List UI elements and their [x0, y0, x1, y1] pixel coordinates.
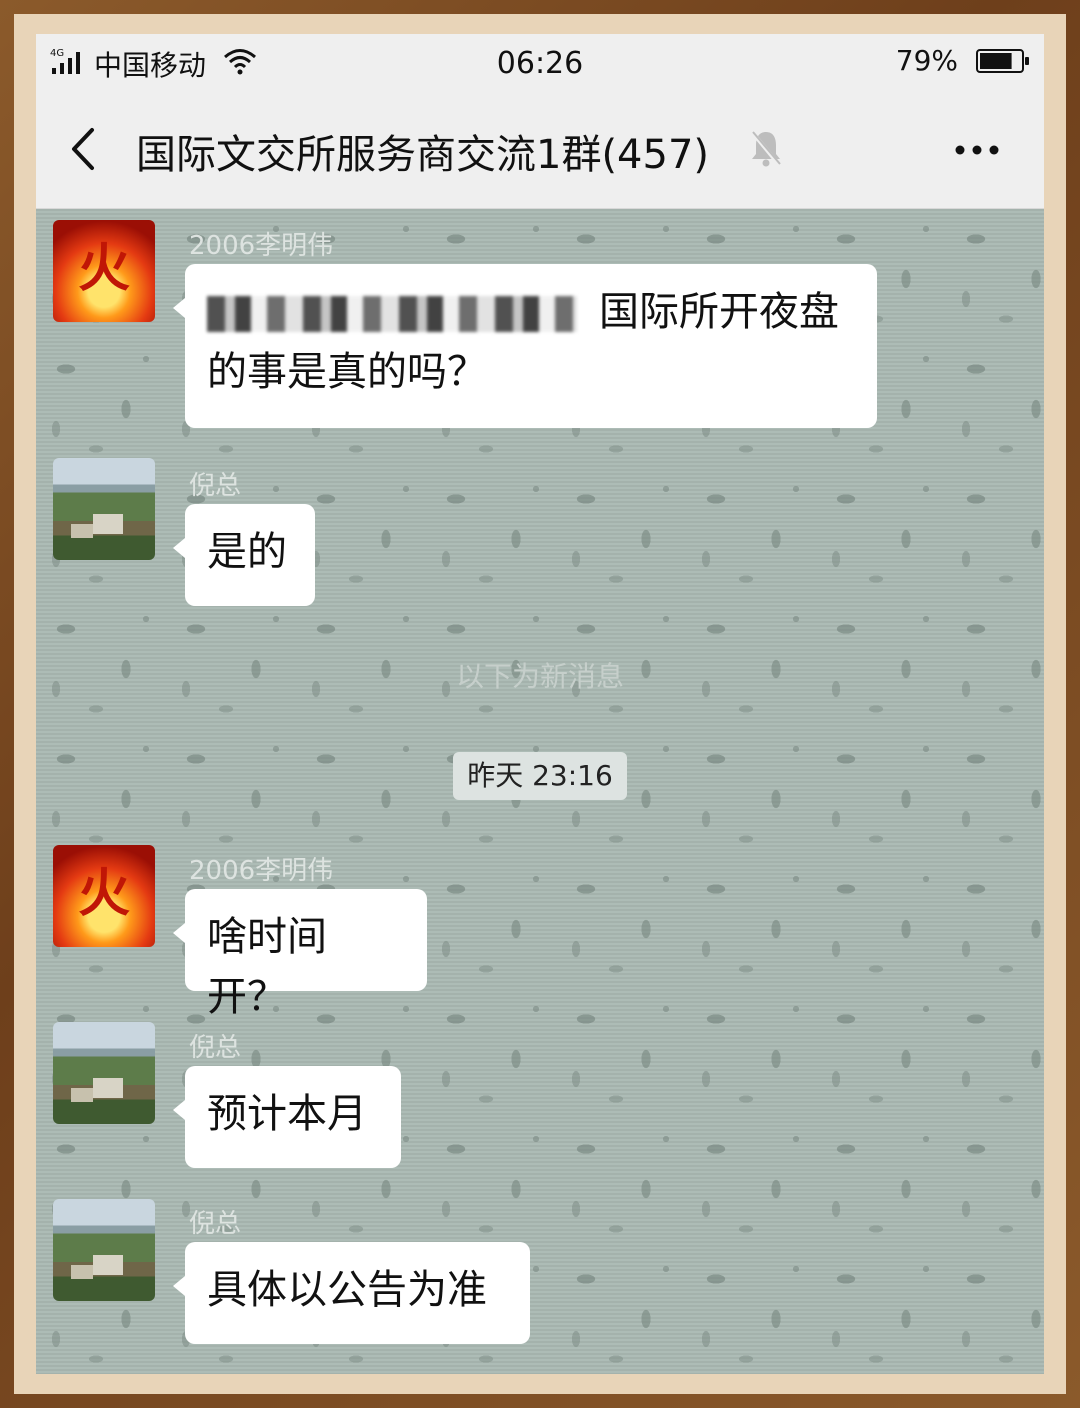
more-dots-icon[interactable] [954, 144, 1000, 156]
message-bubble[interactable]: 是的 [173, 504, 315, 606]
fire-avatar[interactable]: 火 [53, 220, 155, 322]
message-text: 是的 [207, 529, 287, 575]
redacted-text [207, 296, 577, 332]
landscape-avatar[interactable] [53, 1022, 155, 1124]
message-text-line2: 的事是真的吗？ [207, 349, 487, 395]
chat-area[interactable]: 火 2006李明伟 国际所开夜盘 的事是真的吗？ 倪总 是的 以下为新消息 昨天… [36, 209, 1044, 1374]
message-text: 预计本月 [207, 1091, 367, 1137]
message-bubble[interactable]: 具体以公告为准 [173, 1242, 530, 1344]
new-messages-divider: 以下为新消息 [455, 660, 624, 693]
message-text-line1: 国际所开夜盘 [599, 289, 839, 335]
chat-header: 国际文交所服务商交流1群(457) [36, 92, 1044, 209]
bell-off-icon [750, 130, 782, 168]
sender-name: 2006李明伟 [189, 856, 334, 886]
status-bar: 4G 中国移动 06:26 79% [36, 34, 1044, 92]
landscape-avatar[interactable] [53, 458, 155, 560]
message-bubble[interactable]: 啥时间开？ [173, 889, 427, 1020]
landscape-avatar[interactable] [53, 1199, 155, 1301]
message-bubble[interactable]: 预计本月 [173, 1066, 401, 1168]
phone-screen: 4G 中国移动 06:26 79% 国际文交所服务商交流1群(457) 火 20… [36, 34, 1044, 1374]
message-bubble[interactable]: 国际所开夜盘 的事是真的吗？ [173, 264, 877, 428]
fire-avatar[interactable]: 火 [53, 845, 155, 947]
chevron-left-icon[interactable] [68, 126, 98, 172]
battery-icon [976, 49, 1029, 73]
sender-name: 倪总 [189, 471, 242, 501]
message-text: 具体以公告为准 [207, 1267, 487, 1313]
timestamp: 昨天 23:16 [453, 752, 627, 800]
sender-name: 倪总 [189, 1033, 242, 1063]
clock: 06:26 [496, 46, 584, 81]
group-title: 国际文交所服务商交流1群(457) [136, 132, 710, 178]
battery-percentage: 79% [895, 44, 958, 77]
message-text: 啥时间开？ [207, 914, 327, 1020]
sender-name: 倪总 [189, 1209, 242, 1239]
sender-name: 2006李明伟 [189, 231, 334, 261]
